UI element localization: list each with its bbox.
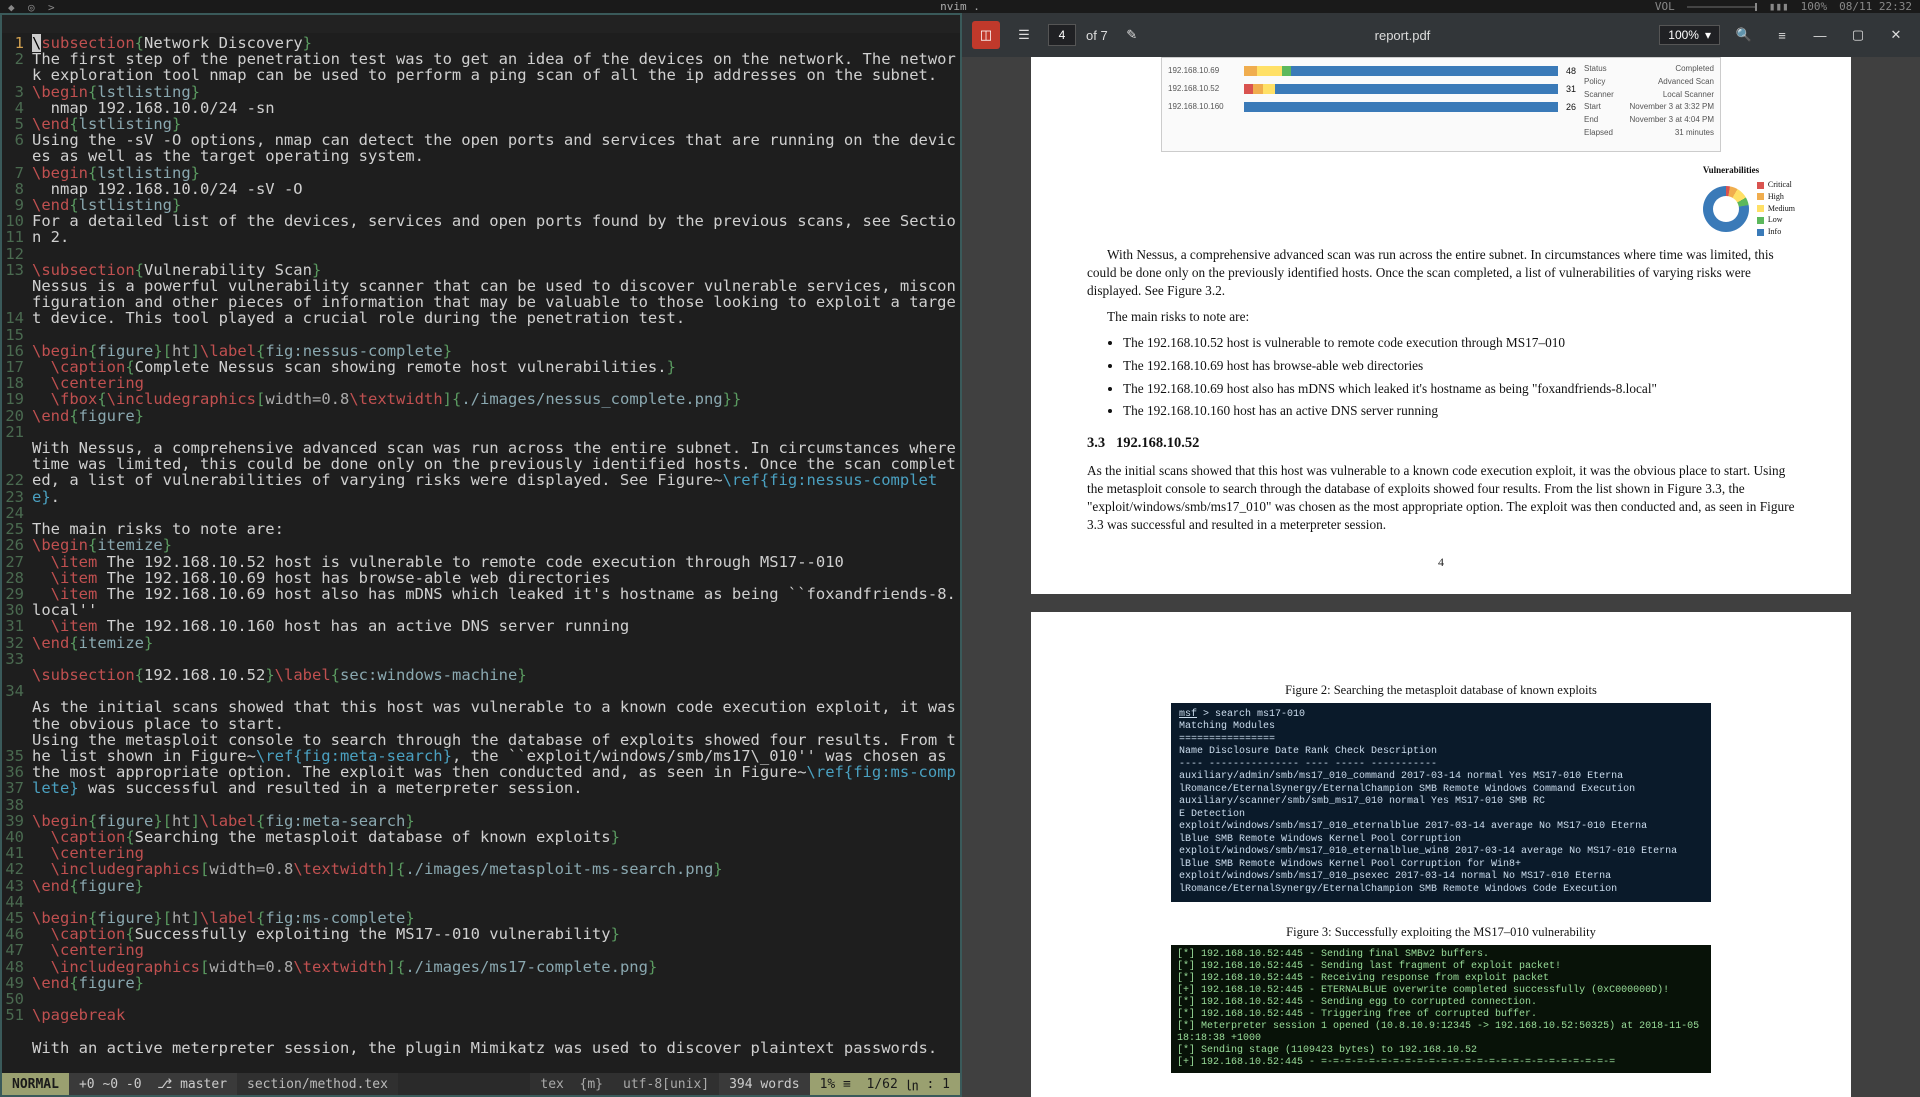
zoom-dropdown[interactable]: 100%▾	[1659, 25, 1720, 45]
page-total: of 7	[1086, 28, 1108, 43]
mode-indicator: NORMAL	[2, 1073, 69, 1095]
menu-icon[interactable]: ≡	[1768, 21, 1796, 49]
pdf-para: With Nessus, a comprehensive advanced sc…	[1087, 246, 1795, 300]
pdf-page-5: Figure 2: Searching the metasploit datab…	[1031, 612, 1851, 1097]
maximize-icon[interactable]: ▢	[1844, 21, 1872, 49]
pdf-toolbar: ◫ ☰ of 7 ✎ report.pdf 100%▾ 🔍 ≡ — ▢ ✕	[962, 13, 1920, 57]
editor-tabbar[interactable]	[2, 15, 960, 33]
system-topbar: ◆ ◎ >_ nvim . VOL ▮▮▮ 100% 08/11 22:32	[0, 0, 1920, 13]
figure-caption: Figure 3: Successfully exploiting the MS…	[1087, 924, 1795, 941]
word-count: 394 words	[719, 1073, 809, 1095]
sidebar-toggle-icon[interactable]: ☰	[1010, 21, 1038, 49]
page-number: 4	[1087, 554, 1795, 570]
volume-slider[interactable]	[1687, 6, 1757, 8]
battery-percent: 100%	[1801, 0, 1828, 13]
pdf-app-icon[interactable]: ◫	[972, 21, 1000, 49]
battery-icon: ▮▮▮	[1769, 0, 1789, 13]
pdf-viewer-pane: ◫ ☰ of 7 ✎ report.pdf 100%▾ 🔍 ≡ — ▢ ✕ 19…	[962, 13, 1920, 1097]
line-number-gutter: 12 3456 78910111213 1415161718192021 222…	[2, 35, 28, 1073]
code-text[interactable]: \subsection{Network Discovery}The first …	[28, 35, 960, 1073]
figure-caption: Figure 2: Searching the metasploit datab…	[1087, 682, 1795, 699]
edit-icon[interactable]: ✎	[1118, 21, 1146, 49]
msf-screenshot: msf > search ms17-010Matching Modules===…	[1171, 703, 1711, 903]
vuln-legend: CriticalHighMediumLowInfo	[1757, 180, 1795, 238]
exploit-screenshot: [*] 192.168.10.52:445 - Sending final SM…	[1171, 945, 1711, 1073]
window-title: nvim .	[940, 0, 980, 13]
encoding: utf-8[unix]	[613, 1073, 719, 1095]
pdf-filename: report.pdf	[1156, 28, 1650, 43]
vuln-donut-chart	[1703, 186, 1749, 232]
filetype: tex {m}	[530, 1073, 613, 1095]
git-branch-icon: ⎇	[157, 1077, 172, 1092]
git-diff: +0 ~0 -0 ⎇ master	[69, 1073, 237, 1095]
editor-pane: 12 3456 78910111213 1415161718192021 222…	[0, 13, 962, 1097]
nessus-figure: 192.168.10.6948 192.168.10.5231 192.168.…	[1161, 57, 1721, 152]
pdf-page-4: 192.168.10.6948 192.168.10.5231 192.168.…	[1031, 57, 1851, 594]
close-icon[interactable]: ✕	[1882, 21, 1910, 49]
minimize-icon[interactable]: —	[1806, 21, 1834, 49]
chevron-down-icon: ▾	[1705, 28, 1711, 42]
launcher-icon[interactable]: ◆	[8, 1, 20, 13]
cursor-position: 1% ≡ 1/62 ㏑ : 1	[810, 1073, 960, 1095]
pdf-para: As the initial scans showed that this ho…	[1087, 462, 1795, 534]
terminal-icon[interactable]: >_	[48, 1, 60, 13]
risk-list: The 192.168.10.52 host is vulnerable to …	[1123, 334, 1795, 421]
search-icon[interactable]: 🔍	[1730, 21, 1758, 49]
pdf-para: The main risks to note are:	[1087, 308, 1795, 326]
clock: 08/11 22:32	[1839, 0, 1912, 13]
editor-statusline: NORMAL +0 ~0 -0 ⎇ master section/method.…	[2, 1073, 960, 1095]
page-number-input[interactable]	[1048, 24, 1076, 46]
volume-label: VOL	[1655, 0, 1675, 13]
vuln-heading: Vulnerabilities	[1703, 164, 1795, 176]
code-area[interactable]: 12 3456 78910111213 1415161718192021 222…	[2, 33, 960, 1073]
section-heading: 3.3 192.168.10.52	[1087, 434, 1795, 454]
pdf-scroll-area[interactable]: 192.168.10.6948 192.168.10.5231 192.168.…	[962, 57, 1920, 1097]
browser-icon[interactable]: ◎	[28, 1, 40, 13]
filename: section/method.tex	[237, 1073, 398, 1095]
